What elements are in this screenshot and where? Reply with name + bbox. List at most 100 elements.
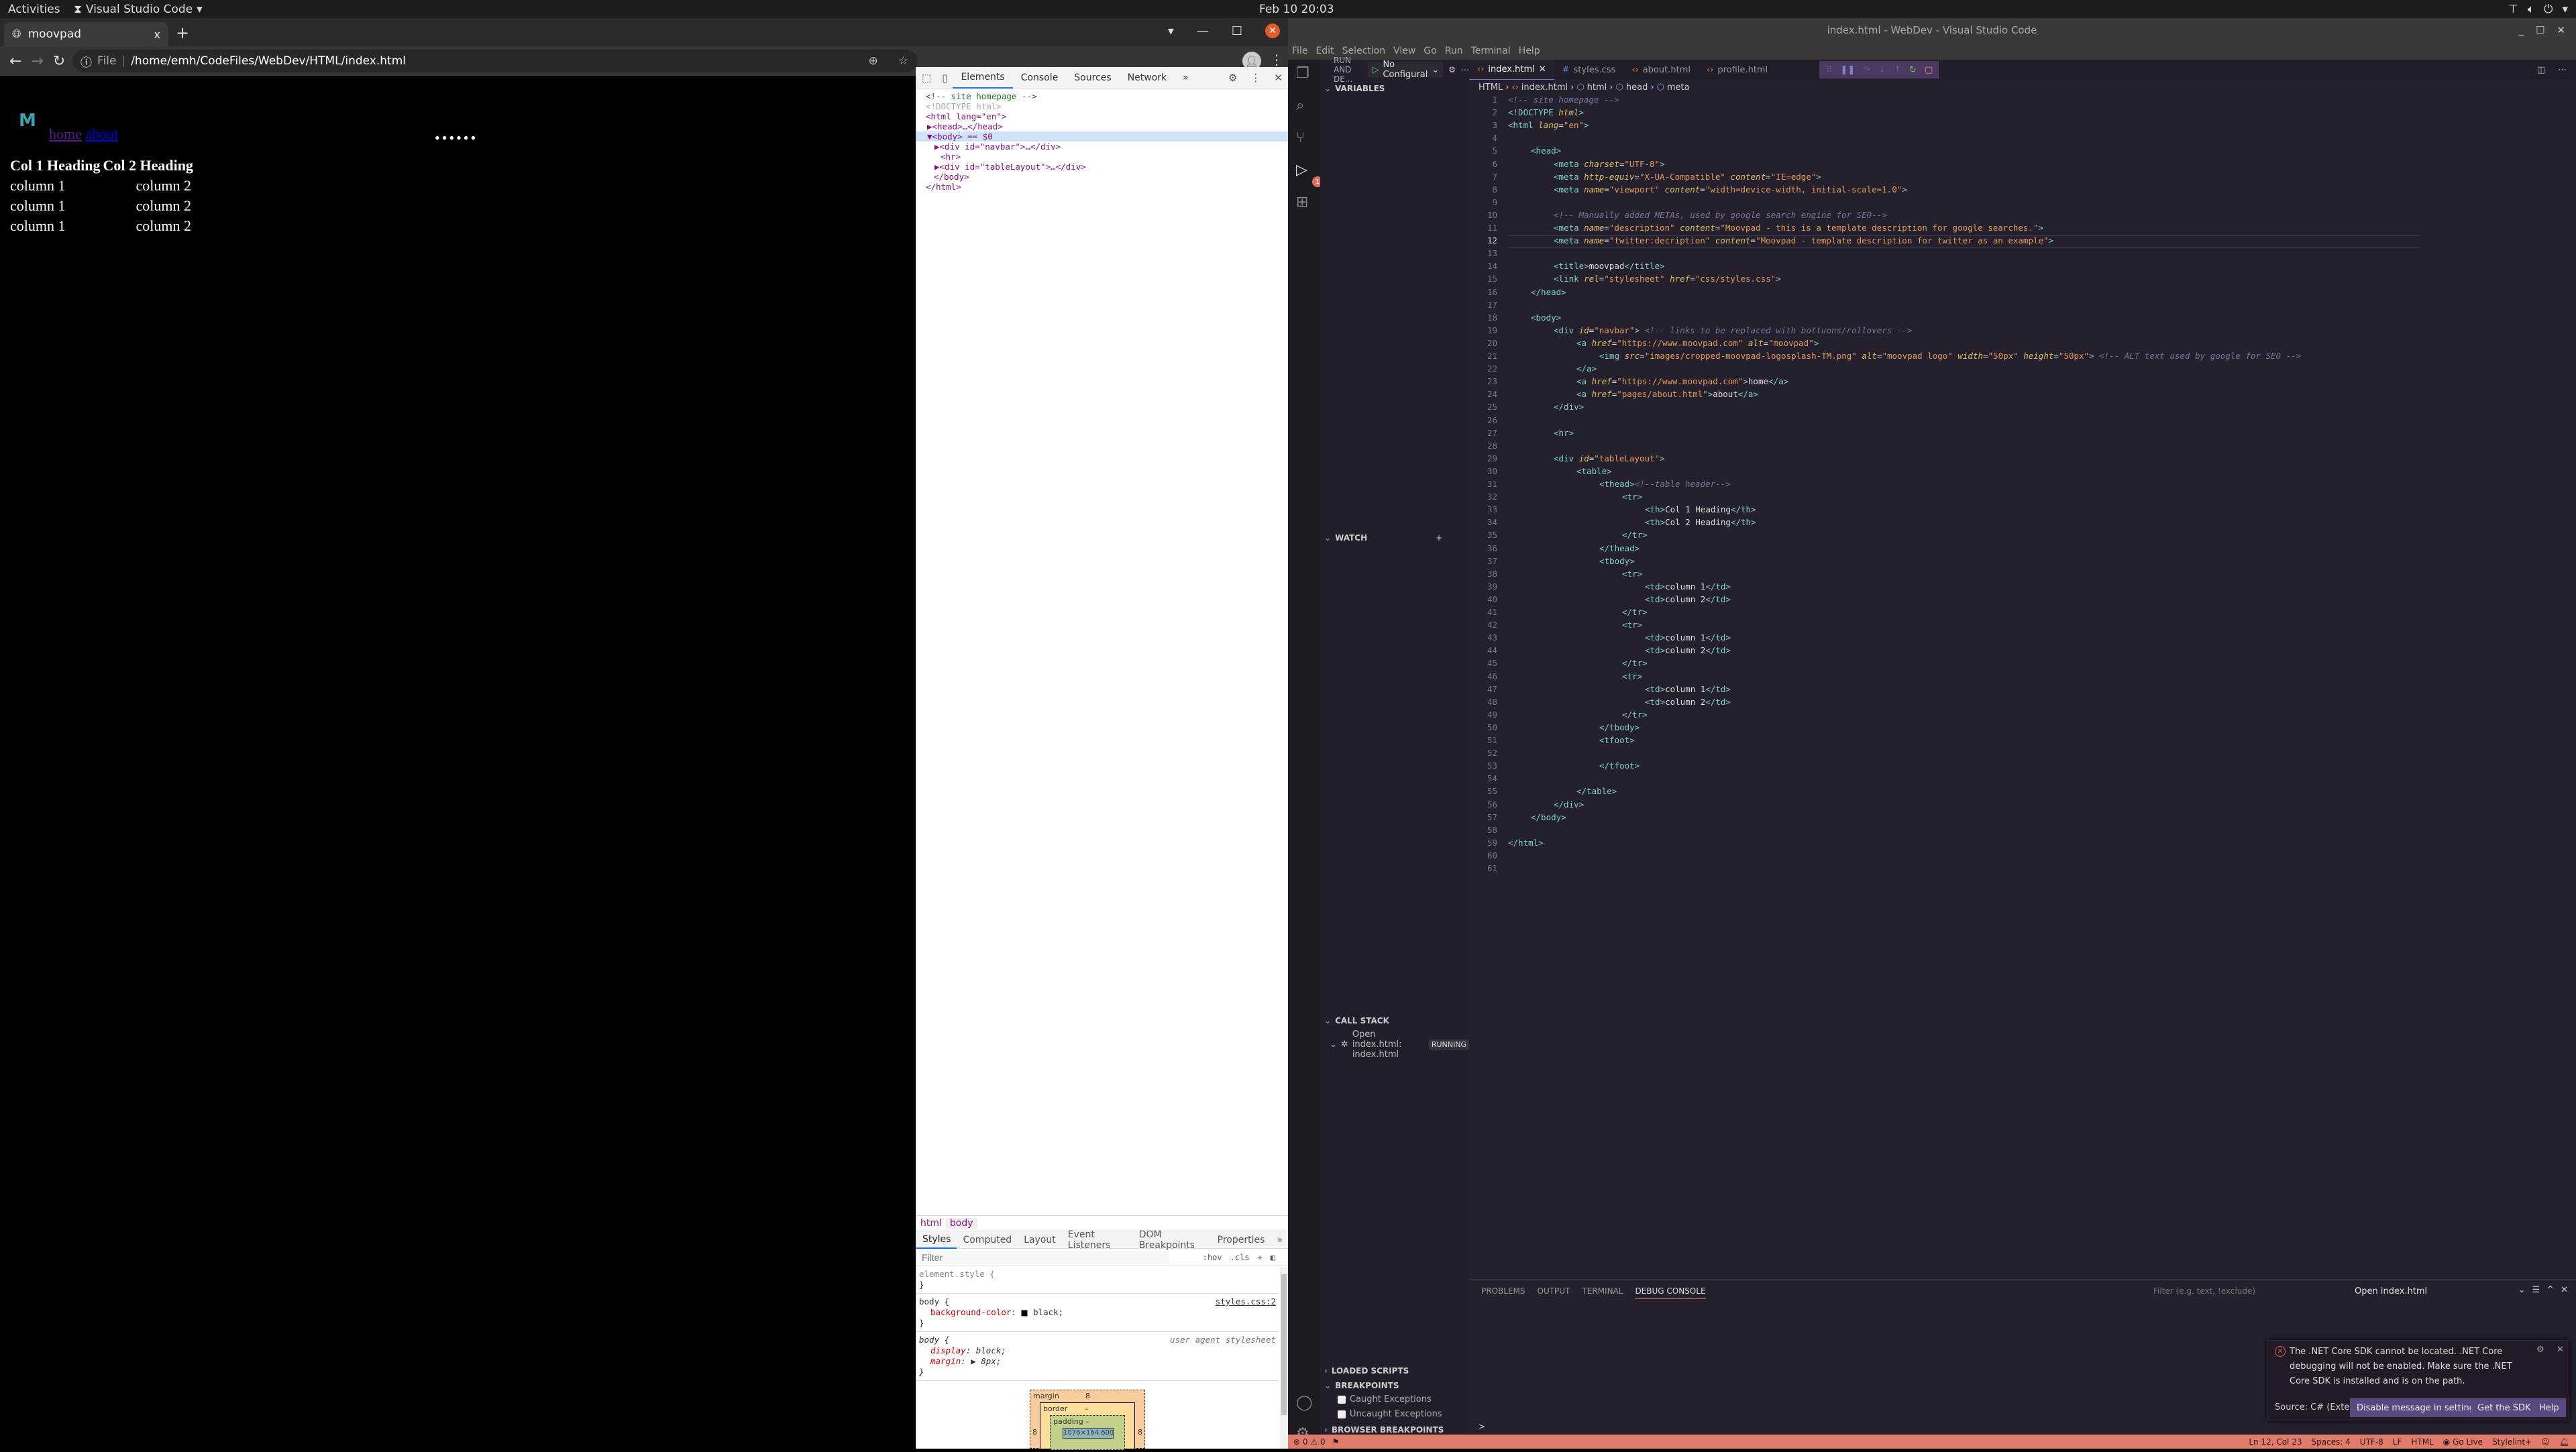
color-swatch[interactable] (1021, 1309, 1028, 1317)
code-line[interactable]: <a href="https://www.moovpad.com" alt="m… (1576, 338, 1819, 348)
address-url[interactable]: /home/emh/CodeFiles/WebDev/HTML/index.ht… (131, 54, 406, 68)
system-tray[interactable]: ⊤ 🔈︎ ⏻ ▾ (2508, 3, 2568, 16)
open-launch-json-gear-icon[interactable]: ⚙ (1448, 65, 1456, 74)
code-line[interactable]: <tbody> (1599, 556, 1635, 566)
more-actions-icon[interactable]: ⋯ (2558, 65, 2567, 75)
browser-tab[interactable]: 🌐︎ moovpad x (4, 22, 168, 46)
border-value[interactable]: – (1085, 1404, 1089, 1413)
more-options-icon[interactable]: ⋮ (1250, 72, 1260, 84)
step-over-icon[interactable]: ↷ (1863, 65, 1870, 75)
clock[interactable]: Feb 10 20:03 (1259, 3, 1334, 16)
devtools-tab-sources[interactable]: Sources (1066, 67, 1119, 89)
breadcrumb-item[interactable]: head (1626, 82, 1648, 93)
code-line[interactable]: <a href="https://www.moovpad.com">home</… (1576, 376, 1788, 386)
breakpoint-caught-exceptions[interactable]: Caught Exceptions (1338, 1394, 1432, 1404)
close-notification-icon[interactable]: ✕ (2557, 1345, 2564, 1355)
menu-run[interactable]: Run (1445, 46, 1463, 56)
restart-icon[interactable]: ↻ (1909, 65, 1917, 75)
tab-dom-breakpoints[interactable]: DOM Breakpoints (1133, 1229, 1212, 1251)
clear-console-icon[interactable]: ☰ (2532, 1285, 2540, 1295)
editor-tab-profile-html[interactable]: ‹› profile.html (1699, 60, 1776, 80)
pause-icon[interactable]: ❚❚ (1841, 65, 1856, 75)
menu-file[interactable]: File (1292, 46, 1307, 56)
code-line[interactable]: <tr> (1622, 492, 1642, 502)
menu-selection[interactable]: Selection (1342, 46, 1386, 56)
code-line[interactable]: <meta name="viewport" content="width=dev… (1554, 184, 1907, 194)
dom-node-selected[interactable]: ▼<body> == $0 (916, 131, 1288, 142)
property-value[interactable]: ▶ 8px; (971, 1356, 1001, 1366)
minimize-button[interactable]: — (1197, 24, 1209, 38)
code-line[interactable]: <td>column 2</td> (1645, 645, 1731, 655)
code-line[interactable]: </head> (1531, 287, 1566, 297)
activities-button[interactable]: Activities (8, 3, 60, 16)
search-icon[interactable]: ⌕ (1296, 97, 1304, 114)
menu-terminal[interactable]: Terminal (1471, 46, 1511, 56)
close-window-button[interactable]: ✕ (2557, 24, 2565, 36)
code-line[interactable]: </tbody> (1599, 722, 1640, 732)
dom-node[interactable]: ▶<div id="tableLayout">…</div> (916, 162, 1288, 172)
cursor-position[interactable]: Ln 12, Col 23 (2249, 1437, 2302, 1447)
code-line[interactable]: <tr> (1622, 569, 1642, 579)
toggle-sidebar-icon[interactable]: ◧ (1271, 1253, 1275, 1262)
editor-tab-styles-css[interactable]: # styles.css (1554, 60, 1624, 80)
split-editor-icon[interactable]: ◫ (2537, 65, 2545, 75)
zoom-icon[interactable]: ⊕ (869, 54, 878, 68)
new-tab-button[interactable]: + (176, 23, 189, 42)
code-line[interactable]: <meta name="description" content="Moovpa… (1554, 223, 2043, 233)
watch-section[interactable]: ⌄ WATCH + (1320, 530, 1469, 545)
notifications-bell-icon[interactable]: 🔔︎ (2559, 1437, 2569, 1447)
debug-config-select[interactable]: ▷ No Configural ⌄ (1368, 60, 1444, 80)
code-line[interactable]: </tr> (1622, 530, 1648, 540)
code-line[interactable]: </div> (1554, 402, 1584, 412)
devtools-tab-network[interactable]: Network (1120, 67, 1175, 89)
accounts-icon[interactable]: ◯ (1296, 1394, 1313, 1411)
dom-node[interactable]: <!-- site homepage --> (916, 91, 1288, 101)
code-line[interactable]: <hr> (1554, 428, 1574, 438)
code-line[interactable]: <meta name="twitter:decription" content=… (1554, 235, 2053, 245)
margin-right-value[interactable]: 8 (1138, 1428, 1142, 1437)
code-line[interactable]: <body> (1531, 313, 1561, 323)
content-size[interactable]: 1076×164.600 (1063, 1428, 1114, 1439)
padding-value[interactable]: – (1085, 1417, 1089, 1426)
about-link[interactable]: about (85, 125, 118, 142)
more-actions-icon[interactable]: ⋯ (1461, 65, 1469, 74)
close-devtools-icon[interactable]: ✕ (1274, 72, 1283, 84)
code-line[interactable]: </thead> (1599, 543, 1640, 553)
start-debug-icon[interactable]: ▷ (1372, 65, 1379, 75)
tab-search-icon[interactable]: ▾ (1168, 24, 1174, 38)
panel-tab-output[interactable]: OUTPUT (1538, 1286, 1570, 1299)
breadcrumb-item[interactable]: meta (1667, 82, 1690, 93)
code-line[interactable]: </html> (1508, 838, 1544, 848)
dom-node[interactable]: <hr> (916, 152, 1288, 162)
code-line[interactable]: <meta charset="UTF-8"> (1554, 159, 1665, 169)
dom-node[interactable]: </body> (916, 172, 1288, 182)
language-mode[interactable]: HTML (2411, 1437, 2433, 1447)
property-name[interactable]: background-color (930, 1307, 1011, 1317)
rule-source-link[interactable]: styles.css:2 (1216, 1296, 1276, 1307)
indentation[interactable]: Spaces: 4 (2311, 1437, 2350, 1447)
panel-tab-debug-console[interactable]: DEBUG CONSOLE (1635, 1286, 1706, 1299)
debug-console-filter[interactable]: Filter (e.g. text, !exclude) (2153, 1286, 2255, 1296)
styles-scrollbar[interactable] (1280, 1268, 1288, 1449)
code-line[interactable]: <td>column 1</td> (1645, 684, 1731, 694)
debug-session-select[interactable]: Open index.html (2355, 1286, 2427, 1296)
code-line[interactable]: </div> (1554, 799, 1584, 809)
checkbox[interactable] (1338, 1410, 1346, 1418)
panel-tab-problems[interactable]: PROBLEMS (1481, 1286, 1525, 1299)
address-bar[interactable]: ⓘ File | /home/emh/CodeFiles/WebDev/HTML… (72, 50, 918, 72)
code-line[interactable]: <td>column 1</td> (1645, 632, 1731, 643)
forward-button[interactable]: → (31, 53, 43, 70)
chevron-down-icon[interactable]: ⌄ (2518, 1285, 2526, 1295)
cls-toggle[interactable]: .cls (1230, 1253, 1250, 1262)
code-line[interactable]: </tfoot> (1599, 761, 1640, 771)
source-control-icon[interactable]: ⑂ (1296, 129, 1305, 146)
code-line[interactable]: <tfoot> (1599, 735, 1635, 745)
devtools-tab-elements[interactable]: Elements (953, 67, 1013, 89)
inspect-element-icon[interactable]: ⬚ (922, 72, 931, 84)
code-line[interactable]: <img src="images/cropped-moovpad-logospl… (1599, 351, 2301, 361)
maximize-button[interactable]: ☐ (2536, 24, 2544, 36)
home-link[interactable]: home (49, 125, 82, 142)
encoding[interactable]: UTF-8 (2360, 1437, 2383, 1447)
code-line[interactable]: <!DOCTYPE html> (1508, 107, 1584, 117)
breadcrumb-html[interactable]: html (916, 1218, 946, 1229)
